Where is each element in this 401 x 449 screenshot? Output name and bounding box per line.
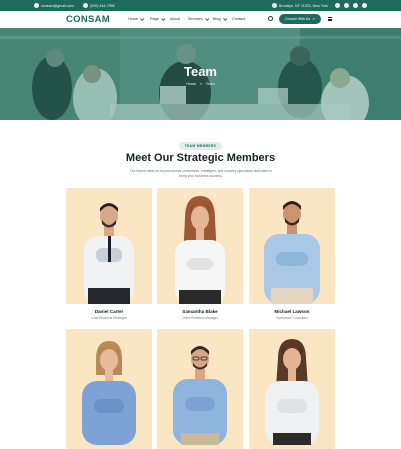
member-name: Samantha Blake bbox=[182, 309, 218, 314]
person-image bbox=[175, 196, 225, 304]
twitter-icon[interactable] bbox=[344, 3, 349, 8]
member-role: Operations Consultant bbox=[276, 316, 308, 320]
menu-item-services[interactable]: Services bbox=[188, 16, 209, 21]
breadcrumb-current: Team bbox=[205, 82, 215, 86]
person-image bbox=[84, 203, 134, 304]
section-subtitle: Our teams meet us of promotional consult… bbox=[129, 169, 273, 178]
member-name: Michael Lawson bbox=[274, 309, 310, 314]
page-title: Team bbox=[184, 64, 217, 79]
member-photo bbox=[157, 188, 243, 304]
email-contact[interactable]: consam@gmail.com bbox=[34, 3, 74, 8]
email-text: consam@gmail.com bbox=[41, 3, 74, 8]
menu-label: Page bbox=[150, 17, 159, 21]
consult-button[interactable]: Consult With Us ↗ bbox=[279, 14, 321, 24]
member-photo bbox=[249, 188, 335, 304]
chevron-down-icon bbox=[222, 16, 227, 21]
menu-item-blog[interactable]: Blog bbox=[213, 16, 227, 21]
address-text: Brooklyn, NY 11202, New York bbox=[279, 3, 328, 8]
instagram-icon[interactable] bbox=[353, 3, 358, 8]
arrow-icon: ↗ bbox=[312, 17, 316, 21]
location-icon bbox=[272, 3, 277, 8]
linkedin-icon[interactable] bbox=[362, 3, 367, 8]
site-logo[interactable]: CONSAM bbox=[66, 14, 110, 25]
member-role: Client Relations Manager bbox=[182, 316, 218, 320]
main-nav: CONSAM Home Page About Services Blog Con… bbox=[0, 11, 401, 28]
menu-label: Services bbox=[188, 17, 203, 21]
menu-label: Contact bbox=[232, 17, 246, 21]
menu-item-home[interactable]: Home bbox=[128, 16, 145, 21]
menu-item-about[interactable]: About bbox=[170, 17, 180, 21]
chevron-down-icon bbox=[140, 16, 145, 21]
chevron-down-icon bbox=[160, 16, 166, 21]
member-role: Lead Business Strategist bbox=[91, 316, 127, 320]
phone-text: (000) 444-7998 bbox=[90, 3, 115, 8]
phone-contact[interactable]: (000) 444-7998 bbox=[83, 3, 115, 8]
menu-item-page[interactable]: Page bbox=[150, 16, 166, 21]
breadcrumb-home[interactable]: Home bbox=[186, 82, 196, 86]
phone-icon bbox=[83, 3, 88, 8]
section-badge: TEAM MEMBERS bbox=[179, 142, 222, 150]
member-photo bbox=[249, 329, 335, 449]
search-icon[interactable] bbox=[268, 16, 273, 21]
menu-label: Home bbox=[128, 17, 139, 21]
member-photo bbox=[66, 329, 152, 449]
section-heading: Meet Our Strategic Members bbox=[125, 152, 276, 164]
menu-item-contact[interactable]: Contact bbox=[232, 17, 245, 21]
mail-icon bbox=[34, 3, 39, 8]
breadcrumb-separator: » bbox=[199, 82, 202, 86]
breadcrumb: Home» Team bbox=[0, 82, 401, 86]
consult-button-label: Consult With Us bbox=[284, 17, 311, 21]
facebook-icon[interactable] bbox=[335, 3, 340, 8]
top-bar: consam@gmail.com (000) 444-7998 Brooklyn… bbox=[0, 0, 401, 11]
menu-icon[interactable] bbox=[328, 17, 332, 21]
person-image bbox=[264, 201, 320, 304]
hero-banner: Team Home» Team bbox=[0, 28, 401, 120]
member-photo bbox=[66, 188, 152, 304]
person-image bbox=[265, 339, 319, 445]
member-name: Daniel Carter bbox=[94, 309, 124, 314]
menu-label: Blog bbox=[213, 17, 221, 21]
person-image bbox=[173, 346, 227, 445]
person-image bbox=[82, 341, 136, 445]
menu-label: About bbox=[170, 17, 180, 21]
member-photo bbox=[157, 329, 243, 449]
address-contact: Brooklyn, NY 11202, New York bbox=[272, 3, 328, 8]
chevron-down-icon bbox=[204, 16, 209, 21]
